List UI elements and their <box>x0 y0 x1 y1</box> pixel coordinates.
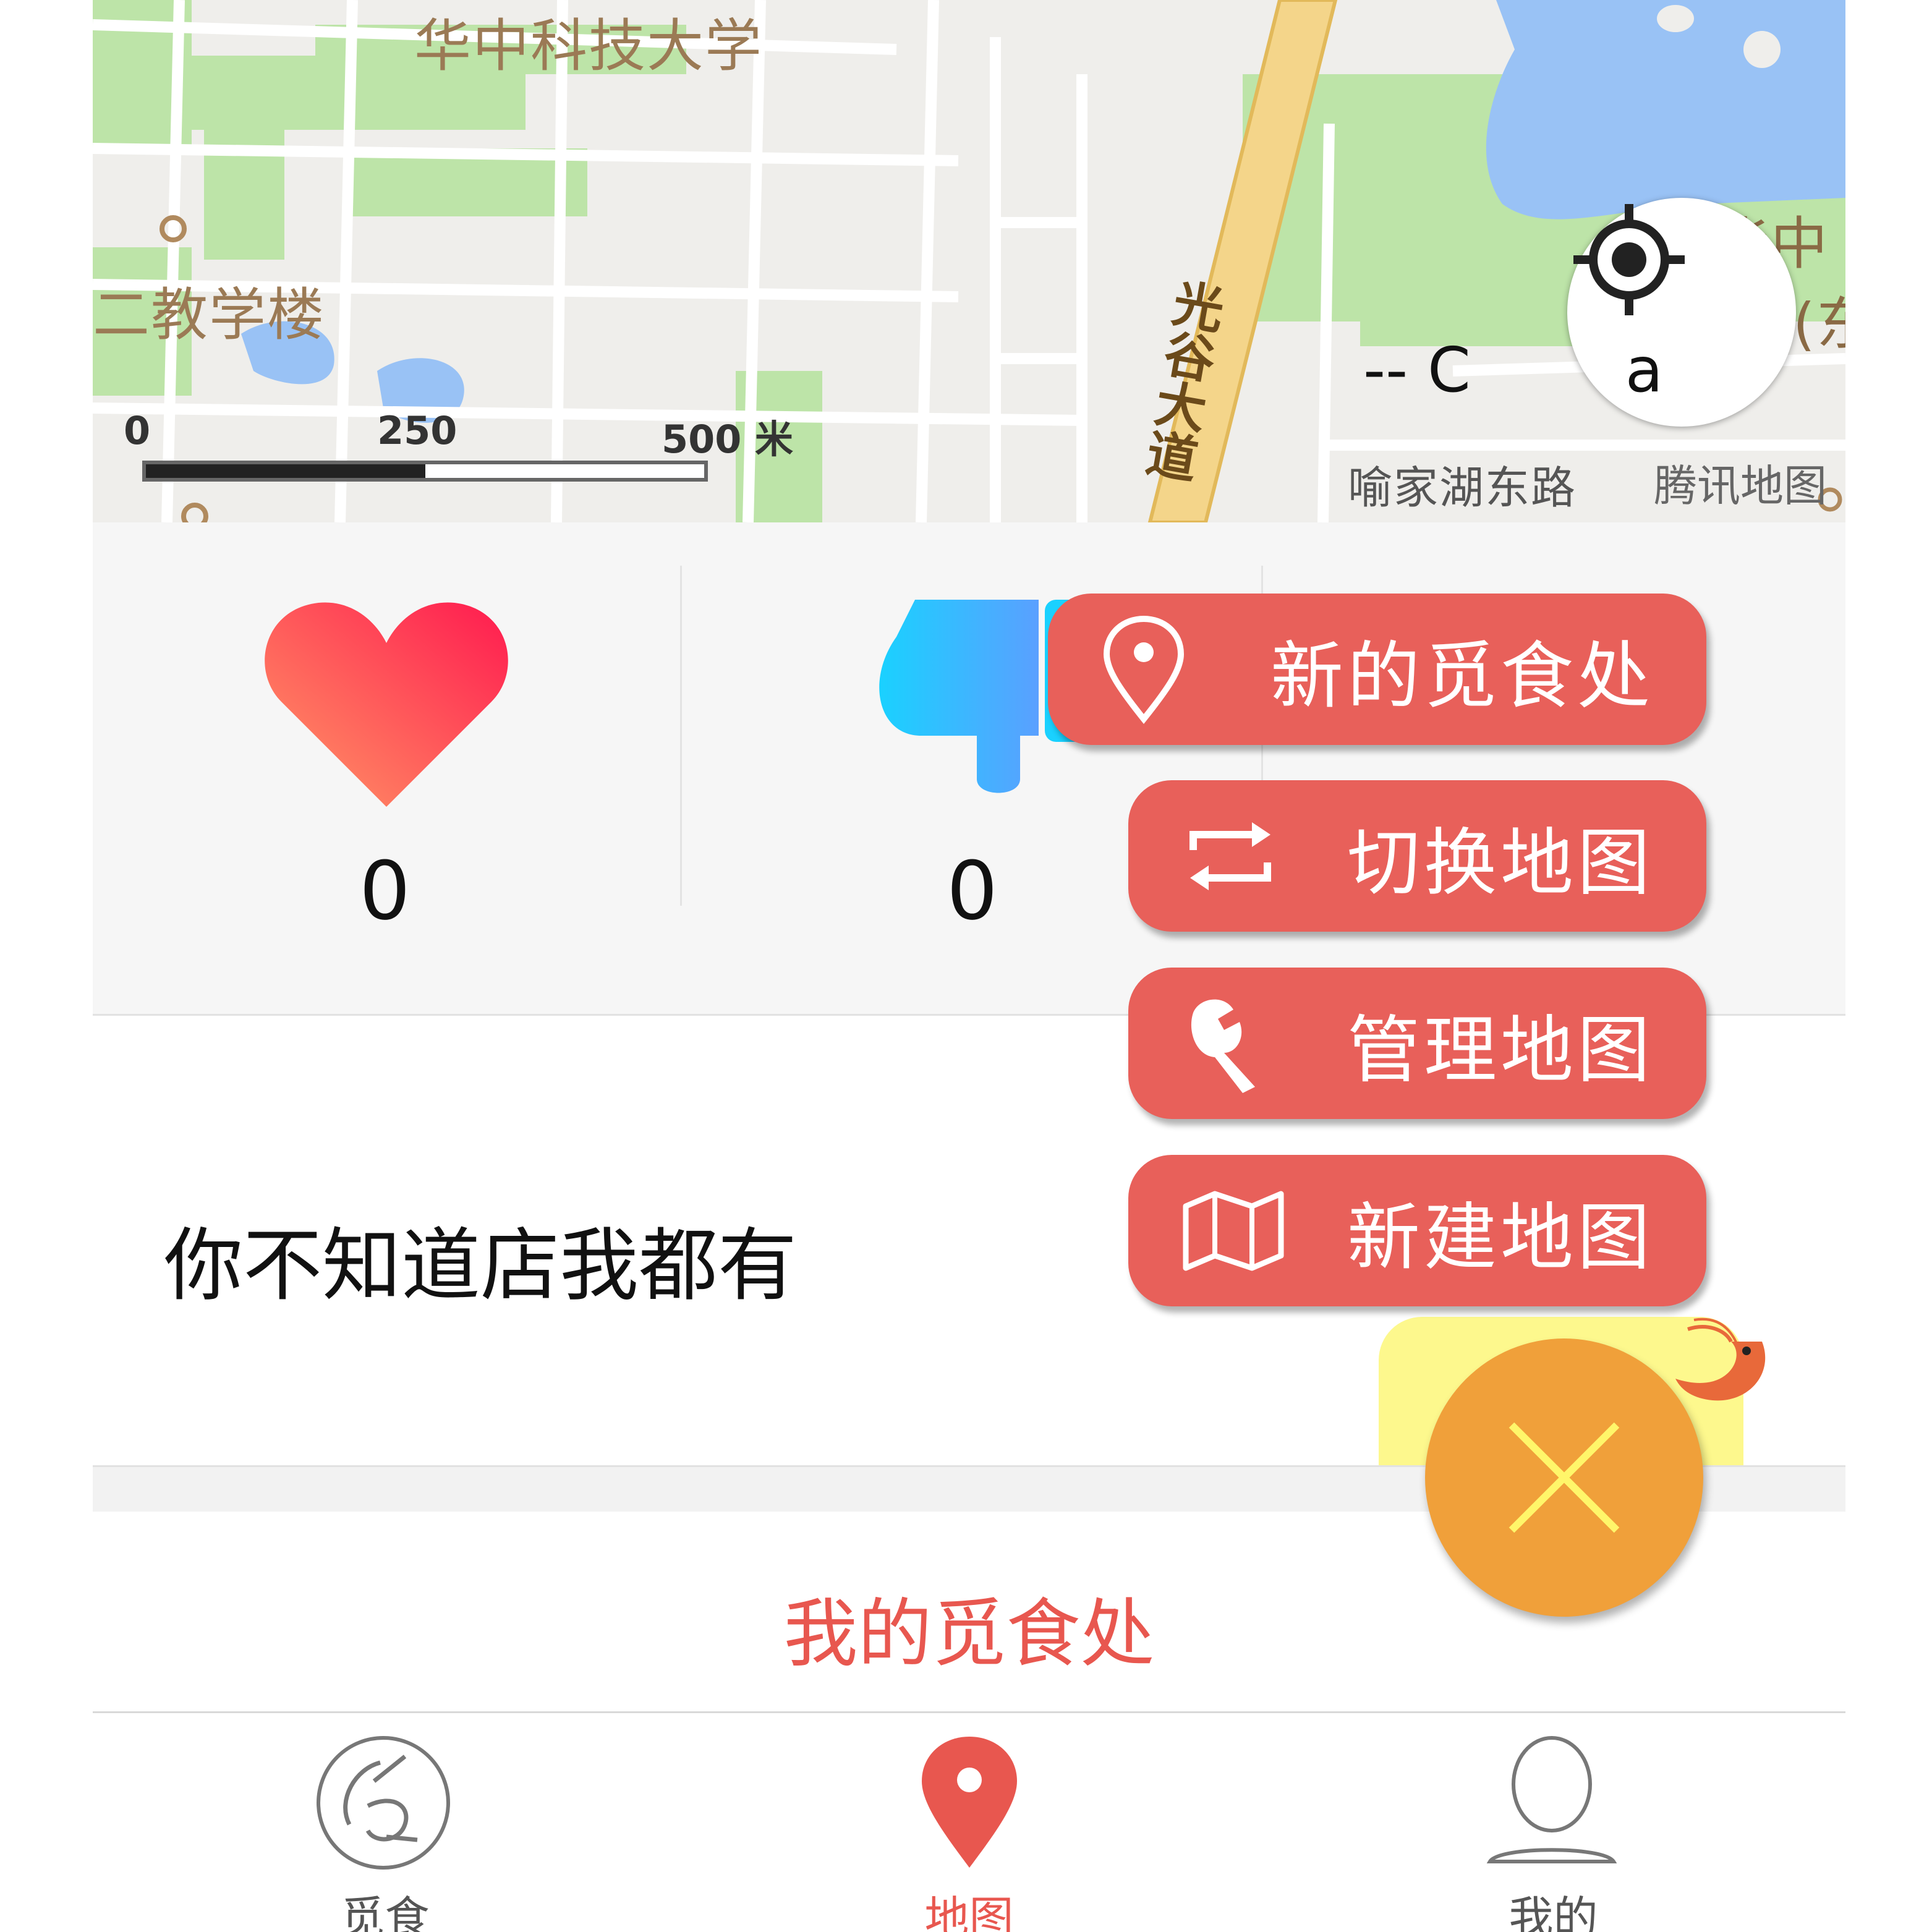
map-label-area-2: (东 <box>1793 291 1845 357</box>
fab-manage-map-label: 管理地图 <box>1347 1007 1654 1092</box>
tab-map[interactable]: 地图 <box>677 1713 1261 1932</box>
swap-icon <box>1189 822 1271 890</box>
my-places-label: 我的觅食处 <box>783 1591 1155 1677</box>
map-view[interactable]: 华中科技大学 二教学楼 光谷大道 华中 (东 喻家湖东路 0 250 500 米… <box>93 0 1845 522</box>
close-menu-button[interactable] <box>1425 1338 1703 1617</box>
map-label-yujiahu: 喻家湖东路 <box>1348 462 1577 514</box>
app-screen: 华中科技大学 二教学楼 光谷大道 华中 (东 喻家湖东路 0 250 500 米… <box>93 0 1845 1932</box>
heart-icon <box>265 602 508 807</box>
food-logo-icon <box>317 1736 450 1870</box>
crosshair-icon <box>1573 204 1685 315</box>
fab-new-place-label: 新的觅食处 <box>1270 633 1654 718</box>
tab-bar: 觅食 地图 我的 <box>93 1711 1845 1932</box>
quote-author: -- Ca <box>1363 334 1664 406</box>
scale-bar <box>142 461 708 482</box>
tab-me[interactable]: 我的 <box>1261 1713 1845 1932</box>
user-icon <box>1486 1736 1617 1863</box>
fab-new-map-label: 新建地图 <box>1347 1194 1654 1280</box>
wrench-icon <box>1191 999 1255 1093</box>
map-pin-icon <box>1103 615 1185 724</box>
likes-count: 0 <box>359 844 411 938</box>
tab-food-label: 觅食 <box>340 1892 430 1932</box>
scale-min: 0 <box>124 408 151 453</box>
map-pin-icon <box>922 1737 1017 1868</box>
map-label-university: 华中科技大学 <box>414 13 764 79</box>
fab-manage-map-button[interactable]: 管理地图 <box>1128 968 1706 1119</box>
folded-map-icon <box>1183 1191 1284 1270</box>
fab-new-place-button[interactable]: 新的觅食处 <box>1048 594 1706 745</box>
tab-map-label: 地图 <box>924 1892 1014 1932</box>
scale-max: 500 米 <box>662 417 794 462</box>
scale-mid: 250 <box>377 408 457 453</box>
fab-new-map-button[interactable]: 新建地图 <box>1128 1155 1706 1306</box>
quote-text: 你不知道店我都有 <box>164 1220 798 1312</box>
likes-stat[interactable]: 0 <box>93 522 677 1014</box>
tab-food[interactable]: 觅食 <box>93 1713 677 1932</box>
close-icon <box>1509 1422 1620 1533</box>
fab-switch-map-button[interactable]: 切换地图 <box>1128 780 1706 932</box>
thumbs-down-icon <box>879 600 1039 793</box>
fab-switch-map-label: 切换地图 <box>1347 820 1654 905</box>
map-attribution: 腾讯地图 <box>1654 461 1827 511</box>
map-label-teaching-building: 二教学楼 <box>93 282 326 348</box>
tab-me-label: 我的 <box>1509 1892 1598 1932</box>
